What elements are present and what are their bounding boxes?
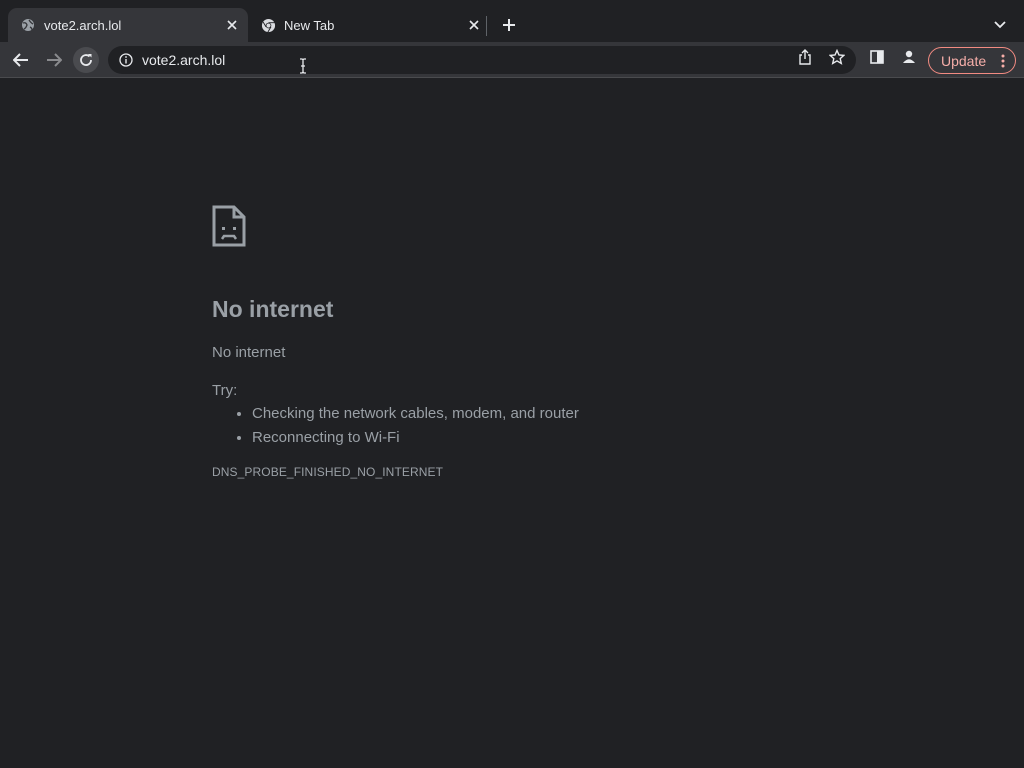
bookmark-star-icon[interactable] (828, 48, 846, 66)
error-page: No internet No internet Try: Checking th… (212, 205, 812, 479)
text-cursor-icon (298, 58, 308, 74)
error-code: DNS_PROBE_FINISHED_NO_INTERNET (212, 465, 444, 479)
chevron-down-icon (994, 21, 1006, 29)
url-text[interactable]: vote2.arch.lol (142, 52, 856, 68)
new-tab-button[interactable] (498, 14, 520, 36)
forward-button[interactable] (41, 47, 67, 73)
toolbar: vote2.arch.lol Update (0, 42, 1024, 78)
suggestion-list: Checking the network cables, modem, and … (212, 405, 812, 446)
share-icon[interactable] (796, 48, 814, 66)
chrome-icon (260, 17, 276, 33)
site-info-icon[interactable] (118, 52, 134, 68)
close-icon[interactable] (464, 15, 484, 35)
tab-divider (486, 16, 487, 36)
address-bar[interactable]: vote2.arch.lol (108, 46, 856, 74)
list-item: Checking the network cables, modem, and … (252, 405, 812, 422)
error-subtitle: No internet (212, 344, 286, 361)
arrow-left-icon (13, 53, 28, 67)
update-label: Update (941, 52, 987, 69)
tab-title: vote2.arch.lol (44, 17, 122, 33)
profile-avatar-icon[interactable] (900, 48, 918, 66)
tab-new-tab[interactable]: New Tab (250, 8, 490, 42)
reload-icon (80, 54, 92, 66)
side-panel-icon[interactable] (868, 48, 886, 66)
plus-icon (503, 19, 515, 31)
arrow-right-icon (47, 53, 62, 67)
sad-document-icon (212, 205, 246, 247)
reload-button[interactable] (73, 47, 99, 73)
tab-search-button[interactable] (990, 15, 1010, 35)
update-button[interactable]: Update (928, 47, 1016, 74)
tab-strip: vote2.arch.lol New Tab (0, 0, 1024, 42)
try-label: Try: (212, 382, 238, 399)
error-title: No internet (212, 296, 334, 322)
back-button[interactable] (8, 47, 34, 73)
tab-vote2[interactable]: vote2.arch.lol (8, 8, 248, 42)
close-icon[interactable] (222, 15, 242, 35)
tab-title: New Tab (284, 17, 335, 33)
more-vert-icon[interactable] (999, 53, 1007, 69)
list-item: Reconnecting to Wi-Fi (252, 429, 812, 446)
globe-icon (20, 17, 36, 33)
